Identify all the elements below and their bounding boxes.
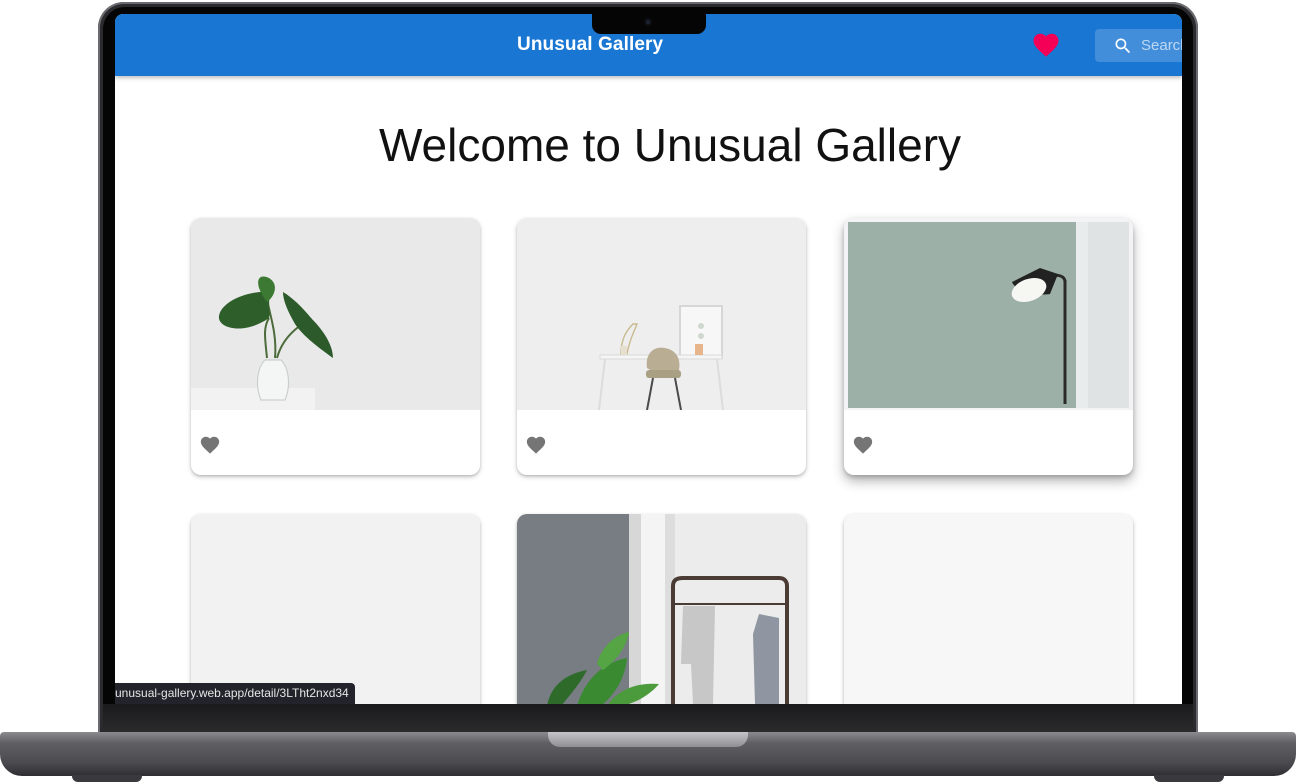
camera-icon: [644, 18, 652, 26]
gallery-card[interactable]: [844, 218, 1133, 475]
screen-chin: [103, 704, 1193, 734]
favorites-button[interactable]: [1029, 28, 1063, 62]
status-bar-url: unusual-gallery.web.app/detail/3LTht2nxd…: [115, 683, 355, 704]
page-heading: Welcome to Unusual Gallery: [378, 119, 962, 171]
plain-white-photo[interactable]: [191, 514, 480, 704]
laptop-opening-notch: [548, 732, 748, 747]
app-title: Unusual Gallery: [517, 34, 664, 55]
gallery-card[interactable]: [191, 218, 480, 475]
camera-notch: [592, 13, 706, 34]
gallery-card[interactable]: [517, 514, 806, 704]
card-favorite-icon[interactable]: [199, 434, 221, 456]
card-favorite-icon[interactable]: [852, 434, 874, 456]
heart-icon: [1033, 33, 1059, 57]
blank-white-photo[interactable]: [844, 514, 1133, 704]
plant-in-vase-photo[interactable]: [191, 218, 480, 410]
search-icon: [1113, 36, 1133, 56]
search-box[interactable]: [1095, 29, 1182, 62]
search-input[interactable]: [1141, 37, 1182, 54]
card-favorite-icon[interactable]: [525, 434, 547, 456]
browser-viewport: Unusual Gallery Welcome to Unusual Galle…: [115, 14, 1182, 704]
gallery-card[interactable]: [517, 218, 806, 475]
gallery-card[interactable]: [191, 514, 480, 704]
gallery-card[interactable]: [844, 514, 1133, 704]
clothes-rack-photo[interactable]: [517, 514, 806, 704]
laptop-foot: [72, 775, 142, 782]
floor-lamp-photo[interactable]: [844, 218, 1133, 410]
laptop-foot: [1154, 775, 1224, 782]
desk-and-chair-photo[interactable]: [517, 218, 806, 410]
